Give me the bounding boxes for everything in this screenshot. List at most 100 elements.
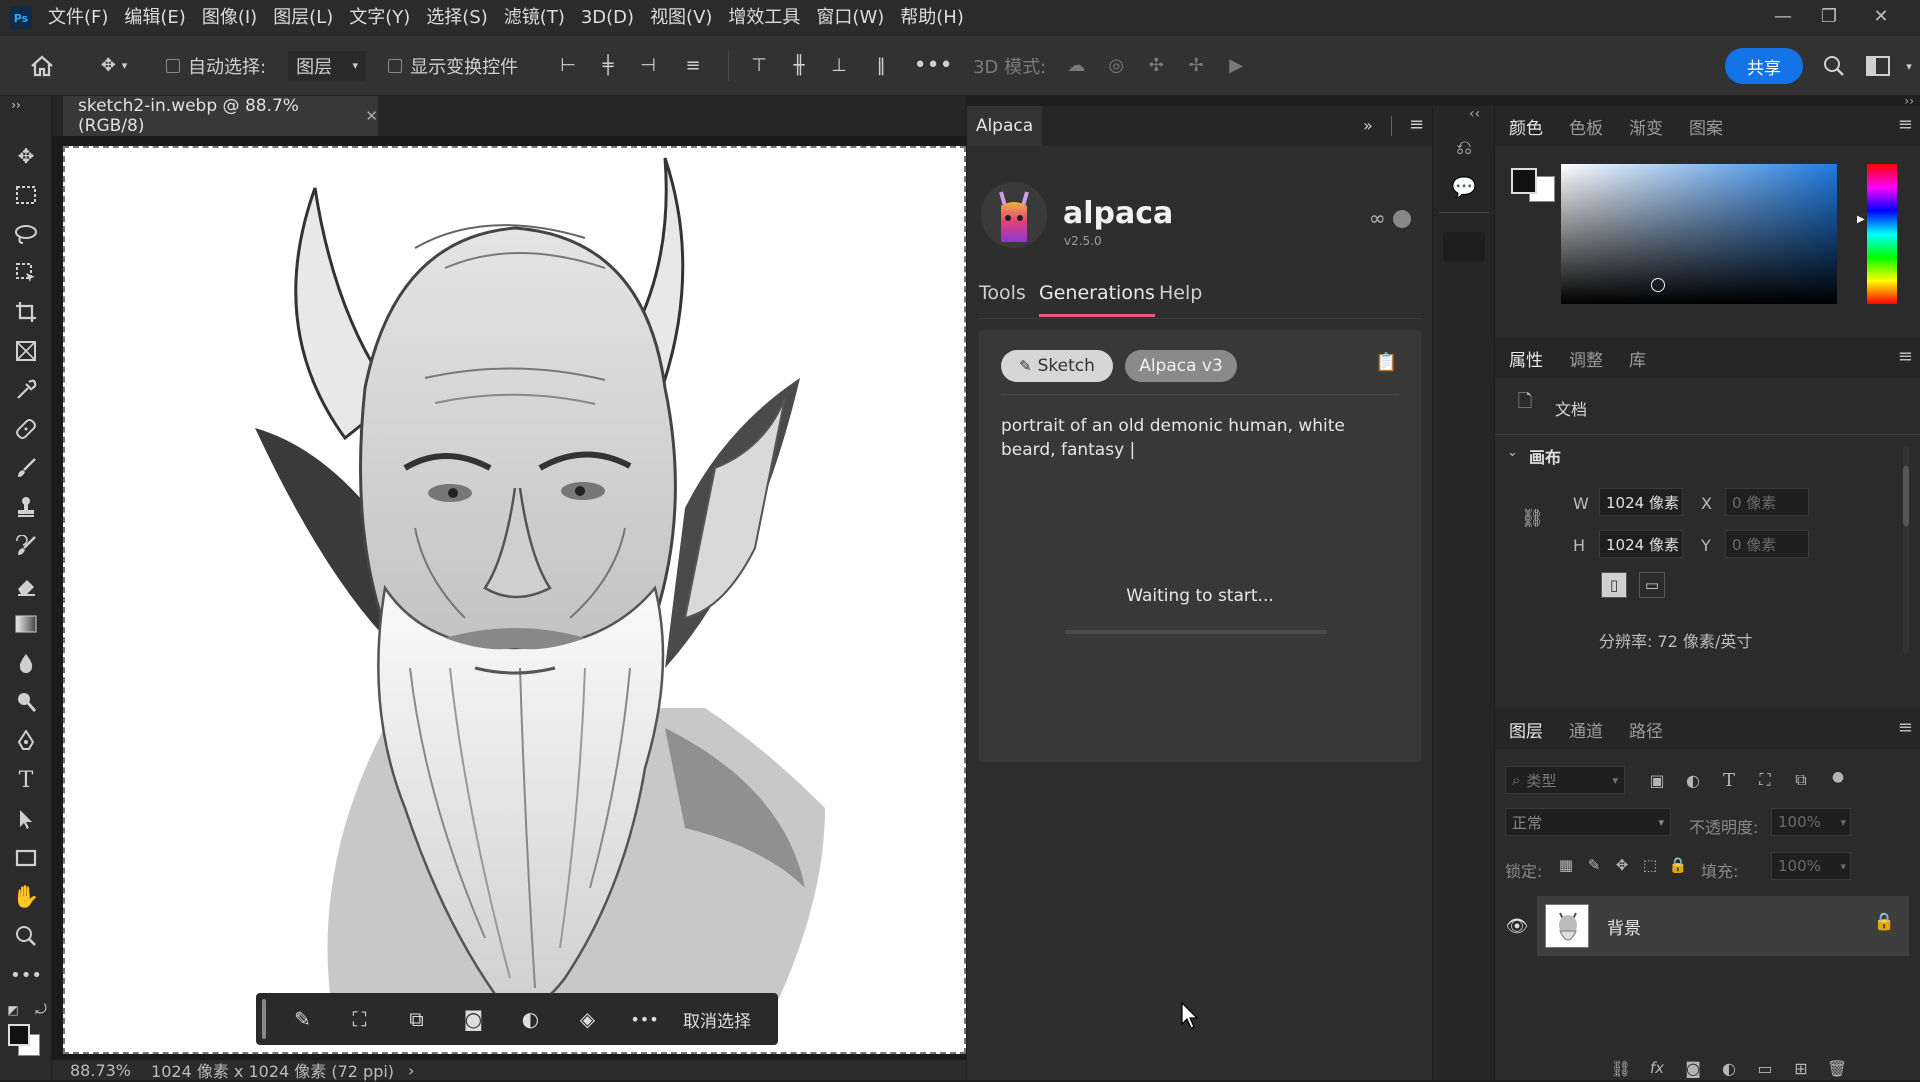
new-layer-icon[interactable]: ⊞: [1789, 1056, 1813, 1080]
tab-swatches[interactable]: 色板: [1569, 114, 1603, 139]
color-picker-handle[interactable]: [1651, 278, 1665, 292]
type-tool-icon[interactable]: T: [11, 765, 41, 795]
tab-patterns[interactable]: 图案: [1689, 114, 1723, 139]
comments-panel-icon[interactable]: 💬: [1449, 172, 1479, 202]
y-input[interactable]: 0 像素: [1725, 530, 1809, 558]
lock-transparent-icon[interactable]: ▦: [1555, 854, 1577, 876]
filter-pixel-icon[interactable]: ▣: [1645, 768, 1669, 792]
more-options-icon[interactable]: •••: [903, 36, 963, 96]
move-tool-icon[interactable]: ✥: [11, 141, 41, 171]
width-input[interactable]: 1024 像素: [1599, 488, 1683, 516]
layer-filter-dropdown[interactable]: ⌕ 类型 ▾: [1505, 766, 1625, 794]
workspace-dropdown-icon[interactable]: ▾: [1900, 36, 1918, 96]
layer-visibility-icon[interactable]: 👁: [1505, 914, 1529, 938]
properties-menu-icon[interactable]: ≡: [1898, 346, 1913, 367]
brush-tool-icon[interactable]: [11, 453, 41, 483]
filter-toggle-icon[interactable]: ●: [1829, 768, 1847, 786]
menu-3d[interactable]: 3D(D): [573, 0, 642, 36]
3d-slide-icon[interactable]: ✢: [1176, 36, 1216, 96]
align-left-icon[interactable]: ⊢: [548, 36, 588, 96]
fill-icon[interactable]: ◈: [559, 993, 616, 1045]
fg-color-chip[interactable]: [1511, 168, 1537, 194]
lasso-tool-icon[interactable]: [11, 219, 41, 249]
link-dimensions-icon[interactable]: ⛓: [1521, 508, 1544, 529]
menu-file[interactable]: 文件(F): [40, 0, 116, 36]
blend-mode-dropdown[interactable]: 正常 ▾: [1505, 808, 1671, 836]
menu-select[interactable]: 选择(S): [418, 0, 495, 36]
new-adjustment-layer-icon[interactable]: ◐: [1717, 1056, 1741, 1080]
tab-libraries[interactable]: 库: [1629, 346, 1646, 371]
menu-plugins[interactable]: 增效工具: [720, 0, 808, 36]
tab-color[interactable]: 颜色: [1509, 114, 1543, 139]
menu-help[interactable]: 帮助(H): [892, 0, 972, 36]
tab-help[interactable]: Help: [1159, 282, 1202, 304]
portrait-orientation-icon[interactable]: ▯: [1601, 572, 1627, 598]
collapse-toolbar-icon[interactable]: ››: [8, 98, 24, 112]
deselect-button[interactable]: 取消选择: [683, 1007, 751, 1032]
opacity-input[interactable]: 100% ▾: [1771, 808, 1851, 836]
menu-layer[interactable]: 图层(L): [265, 0, 341, 36]
color-panel-menu-icon[interactable]: ≡: [1898, 114, 1913, 135]
align-top-icon[interactable]: ⊤: [739, 36, 779, 96]
adjustment-icon[interactable]: ◐: [502, 993, 559, 1045]
layer-name[interactable]: 背景: [1607, 914, 1641, 939]
swap-colors-icon[interactable]: ⤾: [32, 1001, 50, 1019]
align-middle-v-icon[interactable]: ╫: [779, 36, 819, 96]
status-arrow-icon[interactable]: ›: [408, 1061, 414, 1080]
collapse-panel-icon[interactable]: »: [1363, 116, 1373, 135]
panel-menu-icon[interactable]: ≡: [1409, 114, 1424, 135]
model-chip[interactable]: Alpaca v3: [1125, 350, 1237, 382]
menu-edit[interactable]: 编辑(E): [116, 0, 193, 36]
3d-camera-icon[interactable]: ▶: [1216, 36, 1256, 96]
3d-roll-icon[interactable]: ◎: [1096, 36, 1136, 96]
document-canvas[interactable]: [63, 146, 966, 1054]
context-bar-handle[interactable]: [262, 999, 266, 1039]
dodge-tool-icon[interactable]: [11, 687, 41, 717]
distribute-icon[interactable]: ≡: [668, 36, 718, 96]
foreground-color-swatch[interactable]: [8, 1024, 30, 1046]
crop-tool-icon[interactable]: [11, 297, 41, 327]
healing-brush-tool-icon[interactable]: [11, 414, 41, 444]
default-colors-icon[interactable]: ◩: [4, 1001, 22, 1019]
distribute-v-icon[interactable]: ‖: [859, 36, 903, 96]
close-icon[interactable]: ✕: [1858, 0, 1904, 32]
color-field[interactable]: [1561, 164, 1837, 304]
search-icon[interactable]: [1814, 36, 1854, 96]
pen-tool-icon[interactable]: [11, 726, 41, 756]
share-button[interactable]: 共享: [1725, 48, 1803, 84]
landscape-orientation-icon[interactable]: ▭: [1639, 572, 1665, 598]
link-layers-icon[interactable]: ⛓: [1609, 1056, 1633, 1080]
history-panel-icon[interactable]: ⎌: [1449, 132, 1479, 162]
object-selection-tool-icon[interactable]: [11, 258, 41, 288]
clone-stamp-tool-icon[interactable]: [11, 492, 41, 522]
properties-scrollbar-thumb[interactable]: [1903, 466, 1909, 526]
invert-selection-icon[interactable]: ⧉: [388, 993, 445, 1045]
layer-style-icon[interactable]: fx: [1645, 1056, 1669, 1080]
document-tab[interactable]: sketch2-in.webp @ 88.7%(RGB/8) ✕: [63, 96, 378, 136]
layer-select-dropdown[interactable]: 图层 ▾: [288, 50, 367, 81]
maximize-icon[interactable]: ❐: [1806, 0, 1852, 32]
eraser-tool-icon[interactable]: [11, 570, 41, 600]
alpaca-panel-tab[interactable]: Alpaca: [967, 106, 1042, 146]
lock-artboard-icon[interactable]: ⬚: [1639, 854, 1661, 876]
align-center-h-icon[interactable]: ╪: [588, 36, 628, 96]
filter-adjustment-icon[interactable]: ◐: [1681, 768, 1705, 792]
menu-view[interactable]: 视图(V): [642, 0, 720, 36]
filter-shape-icon[interactable]: ⛶: [1753, 768, 1777, 792]
lock-pixels-icon[interactable]: ✎: [1583, 854, 1605, 876]
tab-generations[interactable]: Generations: [1039, 282, 1155, 317]
transform-selection-icon[interactable]: ⛶: [331, 993, 388, 1045]
lock-all-icon[interactable]: 🔒: [1667, 854, 1689, 876]
marquee-tool-icon[interactable]: [11, 180, 41, 210]
properties-scrollbar[interactable]: [1903, 446, 1909, 654]
height-input[interactable]: 1024 像素: [1599, 530, 1683, 558]
eyedropper-tool-icon[interactable]: [11, 375, 41, 405]
zoom-level[interactable]: 88.73%: [70, 1061, 131, 1080]
tab-gradients[interactable]: 渐变: [1629, 114, 1663, 139]
mask-icon[interactable]: ◙: [445, 993, 502, 1045]
3d-orbit-icon[interactable]: ☁: [1056, 36, 1096, 96]
frame-tool-icon[interactable]: [11, 336, 41, 366]
sketch-chip[interactable]: ✎ Sketch: [1001, 350, 1113, 382]
layers-menu-icon[interactable]: ≡: [1898, 717, 1913, 738]
rectangle-tool-icon[interactable]: [11, 843, 41, 873]
